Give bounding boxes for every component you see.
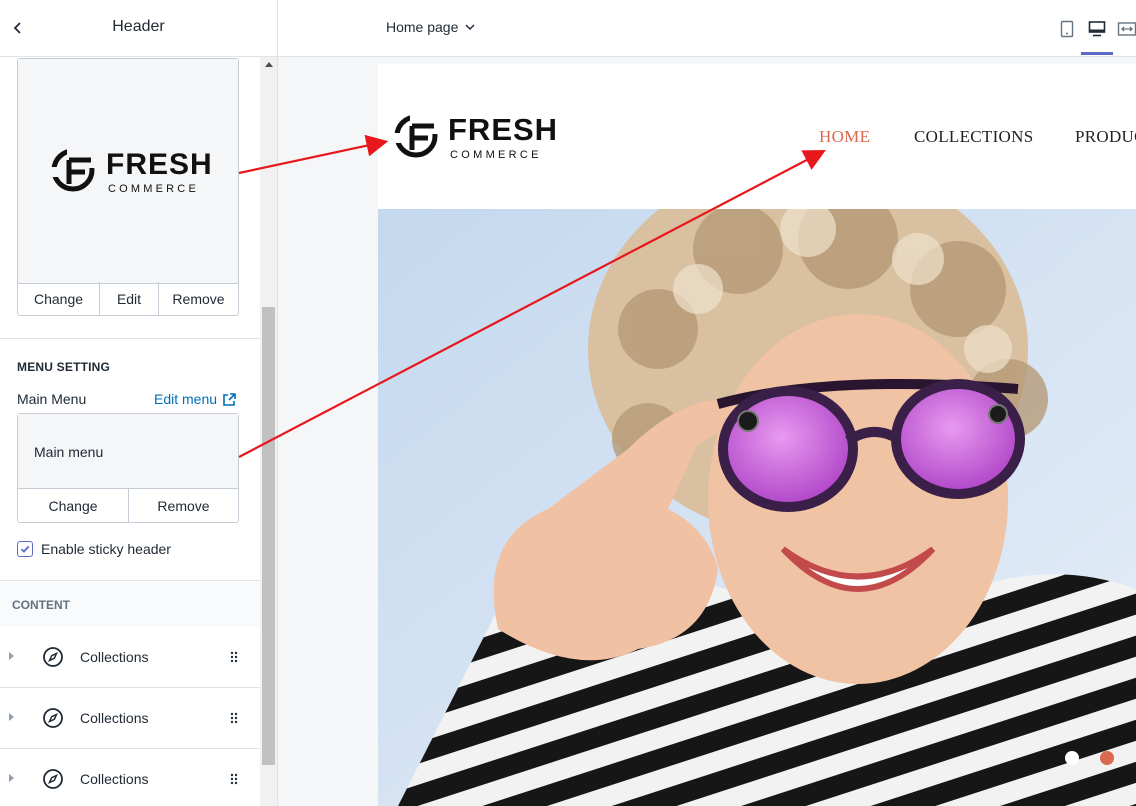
- content-block-collections[interactable]: Collections: [0, 627, 260, 688]
- fresh-commerce-logo: FRESH COMMERCE: [51, 146, 213, 195]
- slide-dot-2[interactable]: [1100, 751, 1114, 765]
- menu-picker: Main menu Change Remove: [17, 413, 239, 523]
- logo-tagline: COMMERCE: [108, 183, 199, 195]
- content-section-header: CONTENT: [0, 580, 260, 628]
- site-logo[interactable]: FRESH COMMERCE: [388, 96, 588, 176]
- sidebar-scrollbar[interactable]: [260, 57, 277, 806]
- selected-menu: Main menu: [18, 414, 238, 489]
- scrollbar-thumb[interactable]: [262, 307, 275, 765]
- nav-item-home[interactable]: HOME: [819, 127, 870, 147]
- block-label: Collections: [80, 771, 149, 787]
- main-menu-label: Main Menu: [17, 391, 87, 407]
- desktop-icon: [1088, 21, 1106, 37]
- scroll-up-arrow-icon[interactable]: [265, 62, 273, 67]
- menu-setting-heading: MENU SETTING: [17, 360, 111, 374]
- external-link-icon: [223, 392, 236, 406]
- storefront-preview: FRESH COMMERCE HOME COLLECTIONS PRODUC: [378, 64, 1136, 806]
- content-block-collections[interactable]: Collections: [0, 749, 260, 806]
- section-divider: [0, 338, 260, 339]
- drag-handle-icon[interactable]: [230, 773, 238, 785]
- content-block-collections[interactable]: Collections: [0, 688, 260, 749]
- hero-slideshow-image: [378, 209, 1136, 806]
- remove-logo-button[interactable]: Remove: [159, 282, 238, 315]
- site-logo-wordmark: FRESH: [448, 112, 558, 147]
- caret-right-icon: [9, 774, 14, 782]
- content-heading: CONTENT: [12, 598, 70, 612]
- drag-handle-icon[interactable]: [230, 712, 238, 724]
- logo-picker: FRESH COMMERCE Change Edit Remove: [17, 58, 239, 316]
- change-logo-button[interactable]: Change: [18, 282, 100, 315]
- compass-icon: [43, 708, 63, 728]
- sticky-header-option: Enable sticky header: [17, 541, 171, 557]
- fullscreen-view-button[interactable]: [1112, 14, 1136, 44]
- remove-menu-button[interactable]: Remove: [129, 489, 238, 522]
- caret-right-icon: [9, 652, 14, 660]
- sticky-header-checkbox[interactable]: [17, 541, 33, 557]
- site-logo-tagline: COMMERCE: [450, 149, 542, 161]
- block-label: Collections: [80, 649, 149, 665]
- site-header: FRESH COMMERCE HOME COLLECTIONS PRODUC: [378, 64, 1136, 209]
- block-label: Collections: [80, 710, 149, 726]
- nav-item-collections[interactable]: COLLECTIONS: [914, 127, 1033, 147]
- editor-topbar: Home page: [278, 0, 1136, 57]
- change-menu-button[interactable]: Change: [18, 489, 129, 522]
- menu-actions: Change Remove: [18, 489, 238, 522]
- edit-menu-link[interactable]: Edit menu: [154, 391, 236, 407]
- desktop-view-button[interactable]: [1082, 14, 1112, 44]
- chevron-down-icon: [465, 23, 475, 30]
- nav-item-products[interactable]: PRODUC: [1075, 127, 1136, 147]
- logo-actions: Change Edit Remove: [18, 282, 238, 315]
- caret-right-icon: [9, 713, 14, 721]
- logo-wordmark: FRESH: [106, 148, 213, 181]
- slide-dot-1[interactable]: [1065, 751, 1079, 765]
- compass-icon: [43, 769, 63, 789]
- edit-logo-button[interactable]: Edit: [100, 282, 159, 315]
- page-selector[interactable]: Home page: [386, 19, 475, 35]
- compass-icon: [43, 647, 63, 667]
- edit-menu-text: Edit menu: [154, 391, 218, 407]
- logo-preview: FRESH COMMERCE: [18, 59, 238, 284]
- sidebar-header: Header: [0, 0, 277, 57]
- page-selector-label: Home page: [386, 19, 459, 35]
- active-device-indicator: [1081, 52, 1113, 55]
- sidebar-title: Header: [112, 18, 165, 35]
- selected-menu-label: Main menu: [34, 444, 104, 460]
- theme-editor-sidebar: Header FRESH COMMERCE Change Edit Remove…: [0, 0, 278, 806]
- mobile-icon: [1060, 20, 1074, 38]
- checkmark-icon: [20, 545, 30, 553]
- drag-handle-icon[interactable]: [230, 651, 238, 663]
- fullscreen-icon: [1117, 22, 1136, 36]
- sticky-header-label: Enable sticky header: [41, 541, 171, 557]
- mobile-view-button[interactable]: [1052, 14, 1082, 44]
